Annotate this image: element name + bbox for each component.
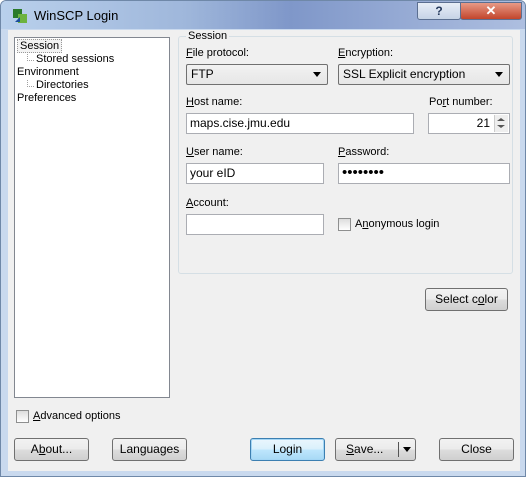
title-bar[interactable]: WinSCP Login ? ✕ [1,1,525,29]
dialog-client-area: Session Stored sessions Environment Dire… [8,30,520,471]
port-number-input[interactable]: 21 [428,113,510,134]
save-split-divider [398,442,399,457]
select-color-button[interactable]: Select color [425,288,508,311]
password-input[interactable]: •••••••• [338,163,510,184]
tree-item-environment[interactable]: Environment [17,66,79,78]
window-close-button[interactable]: ✕ [460,2,522,20]
file-protocol-select[interactable]: FTP [186,64,328,85]
advanced-options-checkbox[interactable] [16,410,29,423]
chevron-down-icon[interactable] [403,447,411,452]
port-spinner[interactable] [494,115,508,132]
spin-up-icon [497,118,505,121]
login-button[interactable]: Login [250,438,325,461]
user-name-input[interactable]: your eID [186,163,324,184]
navigation-tree[interactable]: Session Stored sessions Environment Dire… [14,37,170,398]
user-name-label: User name: [186,146,243,158]
encryption-value: SSL Explicit encryption [343,67,466,81]
help-button[interactable]: ? [417,2,461,20]
port-number-label: Port number: [429,96,493,108]
tree-item-directories[interactable]: Directories [36,79,89,91]
winscp-login-window: WinSCP Login ? ✕ Session Stored sessions… [0,0,526,477]
anonymous-login-label[interactable]: Anonymous login [355,218,439,230]
spin-down-icon [497,125,505,128]
tree-item-stored-sessions[interactable]: Stored sessions [36,53,114,65]
winscp-app-icon [13,9,27,23]
host-name-input[interactable]: maps.cise.jmu.edu [186,113,414,134]
session-group-title: Session [186,30,230,42]
save-button[interactable]: Save... [335,438,416,461]
tree-item-session-label: Session [17,39,63,53]
tree-item-session[interactable]: Session [17,39,63,53]
host-name-label: Host name: [186,96,243,108]
anonymous-login-checkbox[interactable] [338,218,351,231]
window-title: WinSCP Login [34,8,119,23]
tree-item-preferences[interactable]: Preferences [17,92,76,104]
account-input[interactable] [186,214,324,235]
tree-connector [27,54,34,61]
languages-button[interactable]: Languages [112,438,187,461]
close-button[interactable]: Close [439,438,514,461]
tree-connector [27,80,34,87]
account-label: Account: [186,197,229,209]
encryption-label: Encryption: [338,47,394,59]
file-protocol-label: File protocol: [186,47,249,59]
file-protocol-value: FTP [191,67,214,81]
port-number-value: 21 [476,116,490,130]
password-label: Password: [338,146,390,158]
chevron-down-icon [313,72,321,77]
encryption-select[interactable]: SSL Explicit encryption [338,64,510,85]
about-button[interactable]: About... [14,438,89,461]
advanced-options-label[interactable]: Advanced options [33,410,120,422]
chevron-down-icon [495,72,503,77]
